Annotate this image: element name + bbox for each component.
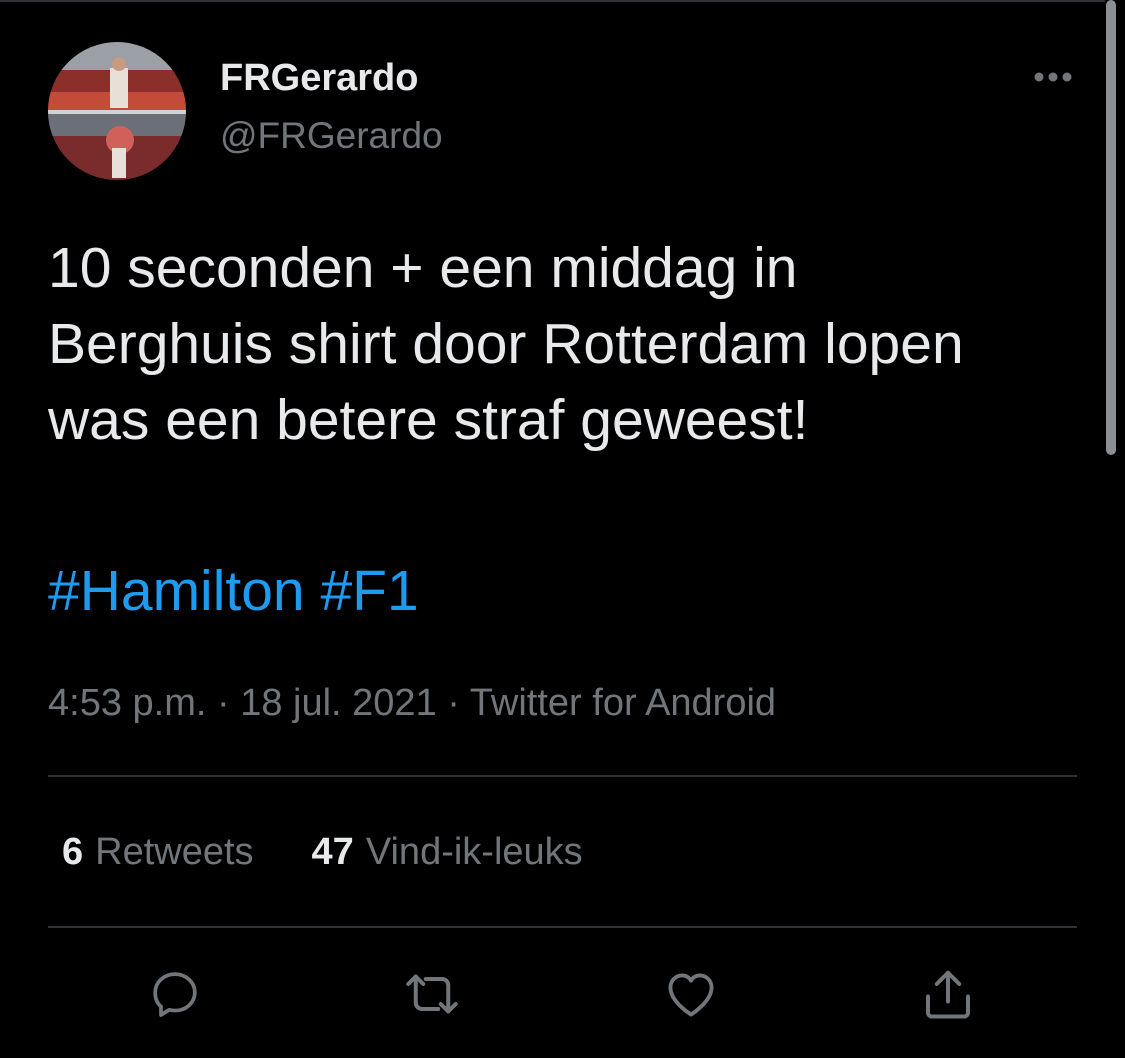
author-handle[interactable]: @FRGerardo xyxy=(220,110,443,162)
avatar-image xyxy=(48,42,186,180)
retweet-icon xyxy=(406,974,458,1014)
avatar[interactable] xyxy=(48,42,186,180)
meta-separator: · xyxy=(206,682,241,724)
author-display-name[interactable]: FRGerardo xyxy=(220,52,418,104)
reply-icon xyxy=(153,972,197,1017)
hashtag-link[interactable]: #F1 xyxy=(320,559,418,623)
likes-stat[interactable]: 47 Vind-ik-leuks xyxy=(312,826,583,878)
retweets-stat[interactable]: 6 Retweets xyxy=(62,826,254,878)
top-divider xyxy=(0,0,1105,2)
more-options-button[interactable] xyxy=(1024,60,1082,94)
tweet-date[interactable]: 18 jul. 2021 xyxy=(240,682,437,724)
share-button[interactable] xyxy=(918,964,978,1024)
like-button[interactable] xyxy=(661,964,721,1024)
meta-separator: · xyxy=(436,682,470,724)
tweet-text: 10 seconden + een middag in Berghuis shi… xyxy=(48,236,964,452)
retweets-label: Retweets xyxy=(95,831,254,873)
tweet-meta: 4:53 p.m. · 18 jul. 2021 · Twitter for A… xyxy=(48,677,776,729)
heart-icon xyxy=(668,973,714,1017)
reply-button[interactable] xyxy=(145,964,205,1024)
likes-count: 47 xyxy=(311,831,354,873)
hashtag-link[interactable]: #Hamilton xyxy=(48,559,305,623)
retweet-button[interactable] xyxy=(402,964,462,1024)
tweet-time[interactable]: 4:53 p.m. xyxy=(48,682,206,724)
tweet-hashtags: #Hamilton #F1 xyxy=(48,553,419,629)
tweet-stats: 6 Retweets 47 Vind-ik-leuks xyxy=(62,826,583,878)
stats-top-divider xyxy=(48,775,1077,777)
tweet-source[interactable]: Twitter for Android xyxy=(470,682,776,724)
likes-label: Vind-ik-leuks xyxy=(365,831,583,873)
more-dots-icon xyxy=(1034,72,1072,82)
stats-bottom-divider xyxy=(48,926,1077,928)
retweets-count: 6 xyxy=(62,831,84,873)
share-icon xyxy=(926,970,970,1019)
scrollbar[interactable] xyxy=(1106,0,1116,455)
